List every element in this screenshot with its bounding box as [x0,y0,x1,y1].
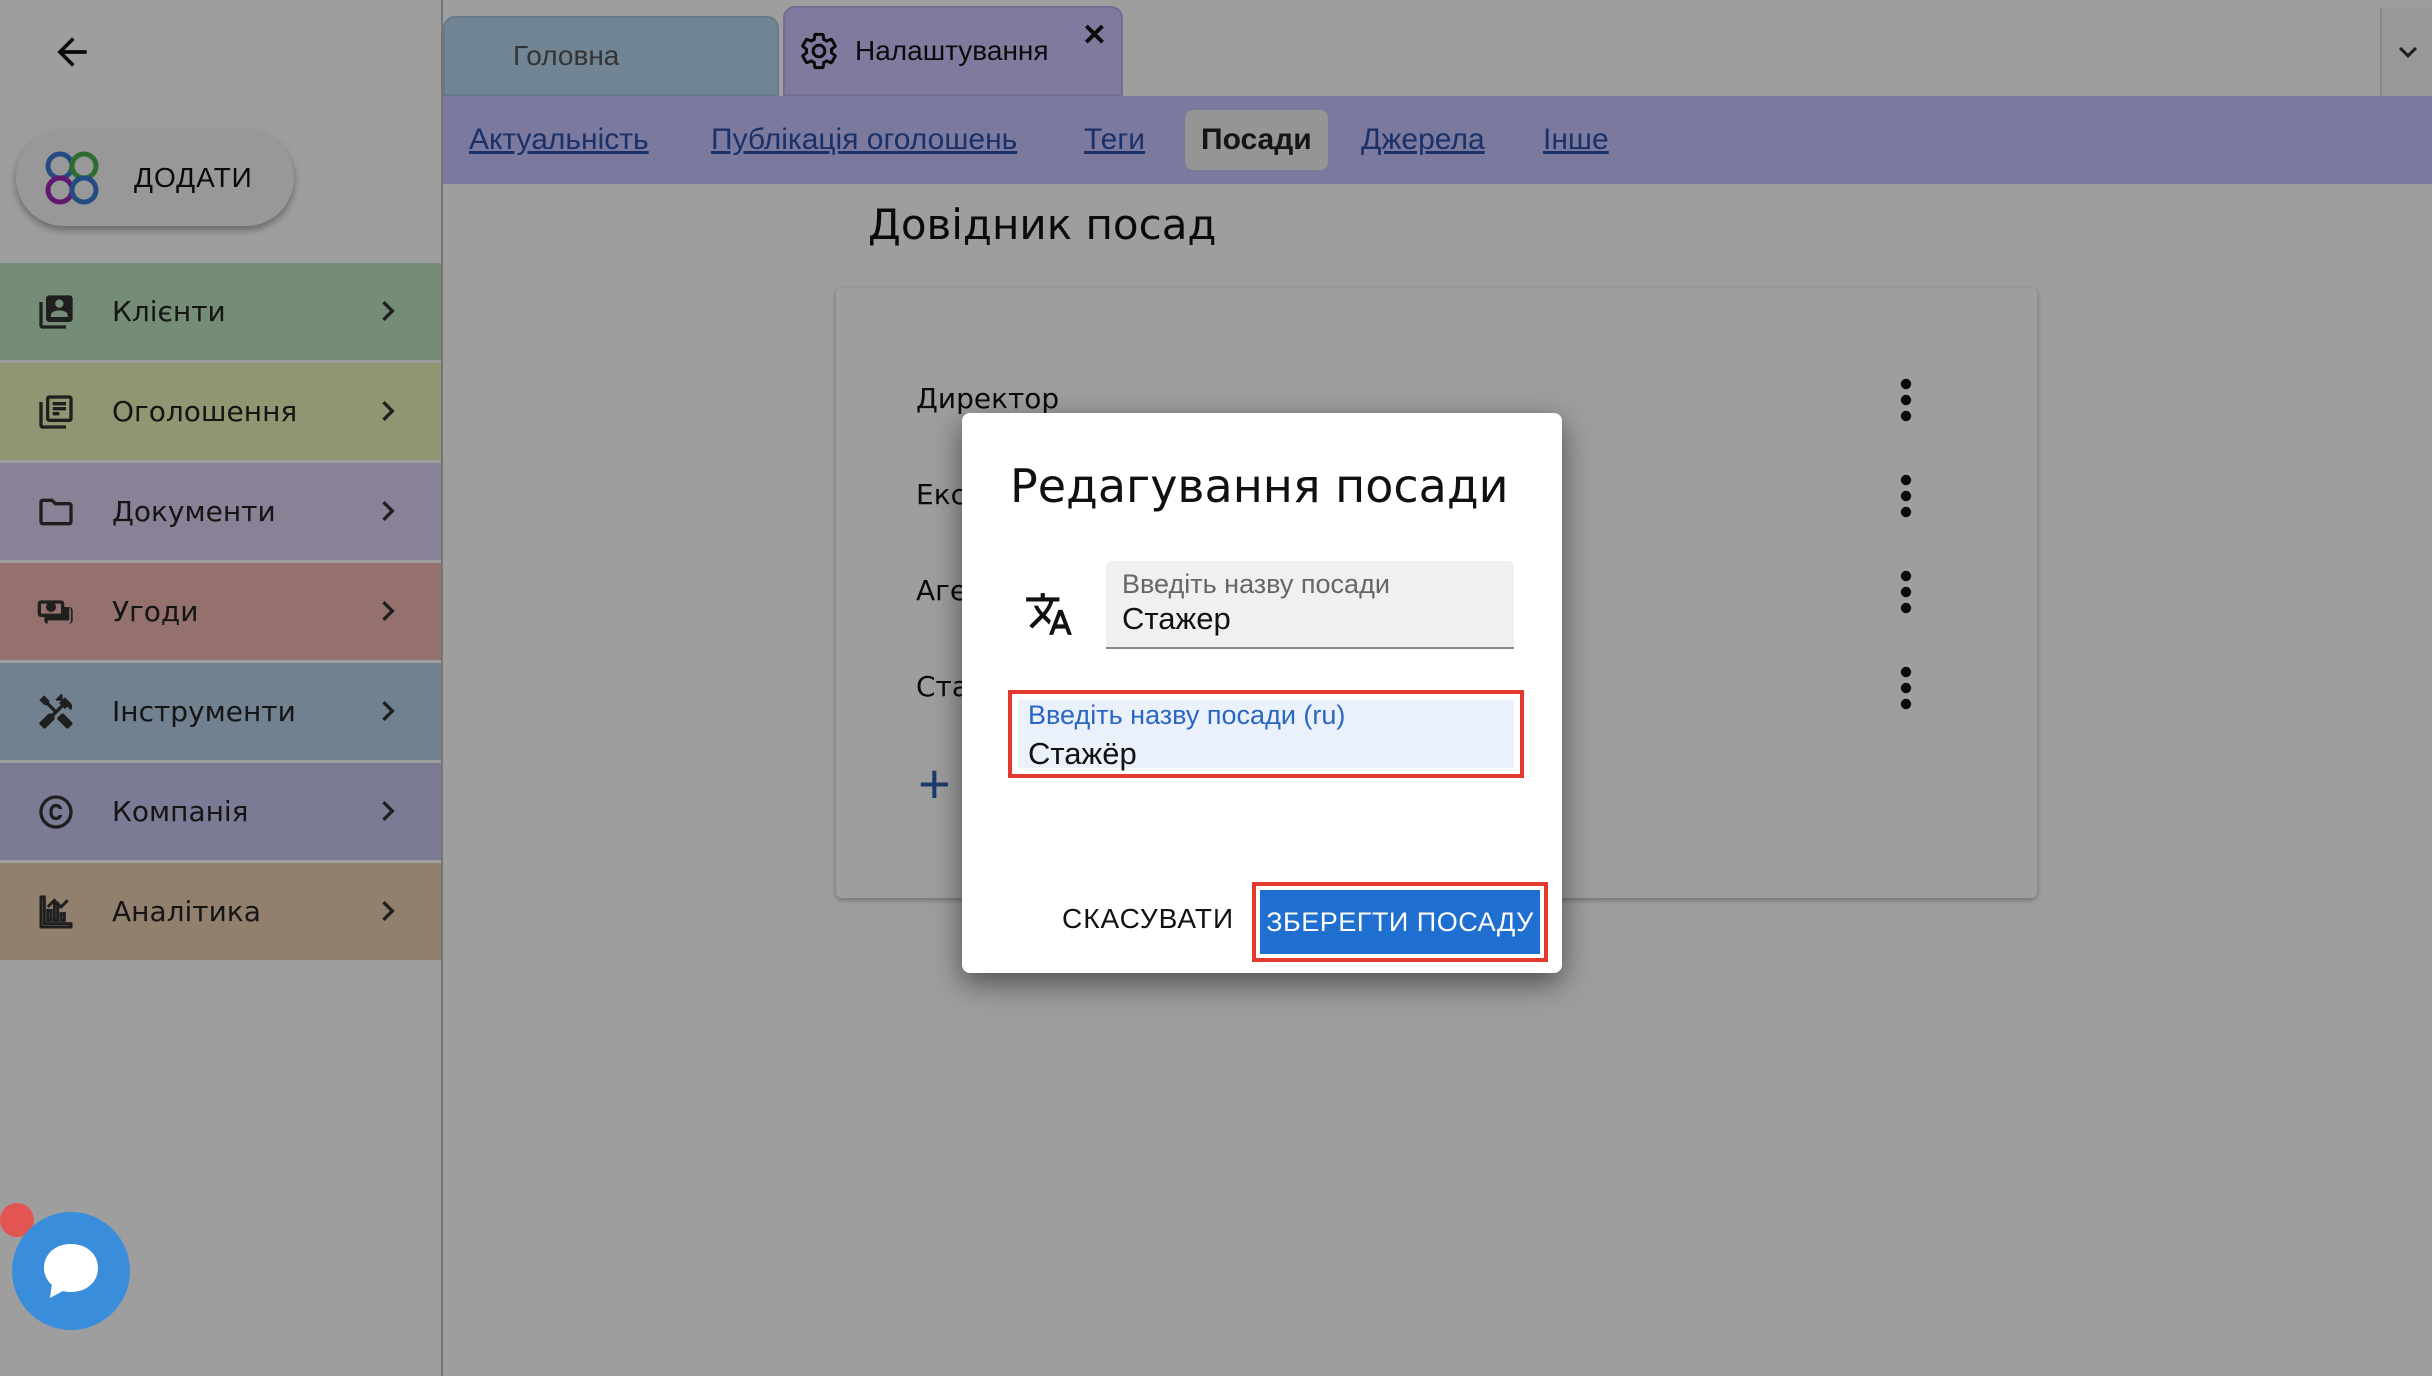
chat-button[interactable] [12,1212,130,1330]
highlight-box: ЗБЕРЕГТИ ПОСАДУ [1252,882,1548,962]
position-name-ru-value: Стажёр [1028,736,1137,771]
highlight-box: Введіть назву посади (ru) Стажёр [1008,690,1524,778]
position-name-label: Введіть назву посади [1122,569,1390,599]
position-name-ru-label: Введіть назву посади (ru) [1028,700,1346,730]
position-name-ru-field[interactable]: Введіть назву посади (ru) Стажёр [1018,700,1514,771]
cancel-button[interactable]: СКАСУВАТИ [1052,889,1244,949]
app-root: ДОДАТИ Клієнти Оголошення Документи Угод… [0,0,2432,1376]
dialog-title: Редагування посади [1010,459,1509,513]
position-name-value: Стажер [1122,601,1231,636]
edit-position-dialog: Редагування посади Введіть назву посади … [962,413,1562,973]
save-position-button[interactable]: ЗБЕРЕГТИ ПОСАДУ [1260,890,1540,954]
translate-icon [1026,593,1072,635]
position-name-field[interactable]: Введіть назву посади Стажер [1106,561,1514,649]
chat-icon [44,1244,98,1298]
